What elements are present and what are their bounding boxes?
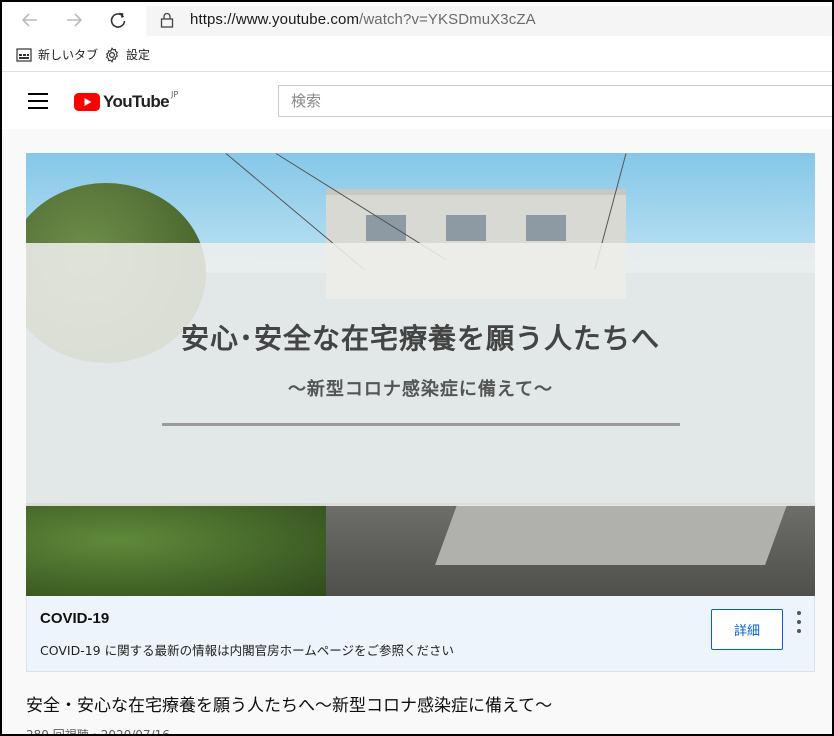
youtube-logo-text: YouTube xyxy=(103,92,170,111)
youtube-header: YouTube JP xyxy=(2,73,832,129)
arrow-left-icon xyxy=(21,13,37,27)
forward-button[interactable] xyxy=(62,8,86,32)
youtube-country-code: JP xyxy=(171,90,179,99)
video-player[interactable]: 安心･安全な在宅療養を願う人たちへ 〜新型コロナ感染症に備えて〜 xyxy=(26,153,815,596)
search-box xyxy=(278,85,832,117)
browser-window: https://www.youtube.com/watch?v=YKSDmuX3… xyxy=(0,0,834,736)
url-text: https://www.youtube.com/watch?v=YKSDmuX3… xyxy=(190,11,536,28)
video-bushes xyxy=(26,503,326,596)
gear-icon xyxy=(105,46,119,63)
overlay-title: 安心･安全な在宅療養を願う人たちへ xyxy=(180,322,660,355)
bookmark-new-tab[interactable]: 新しいタブ xyxy=(16,46,98,63)
address-bar: https://www.youtube.com/watch?v=YKSDmuX3… xyxy=(2,2,832,38)
back-button[interactable] xyxy=(18,8,42,32)
menu-button[interactable] xyxy=(28,93,48,109)
overlay-subtitle: 〜新型コロナ感染症に備えて〜 xyxy=(287,379,554,400)
covid-title: COVID-19 xyxy=(40,610,110,627)
url-path: /watch?v=YKSDmuX3cZA xyxy=(359,11,536,28)
arrow-right-icon xyxy=(67,13,83,27)
bookmark-new-tab-label: 新しいタブ xyxy=(38,48,99,62)
covid-details-button[interactable]: 詳細 xyxy=(711,609,783,650)
youtube-logo[interactable]: YouTube JP xyxy=(74,90,179,112)
more-options-icon[interactable] xyxy=(793,611,805,633)
overlay-divider xyxy=(162,423,680,426)
url-host: https://www.youtube.com xyxy=(190,11,360,28)
search-input[interactable] xyxy=(279,86,832,116)
video-slab xyxy=(435,505,787,565)
video-title: 安全・安心な在宅療養を願う人たちへ〜新型コロナ感染症に備えて〜 xyxy=(26,696,553,716)
bookmarks-bar: 新しいタブ 設定 xyxy=(2,38,832,72)
youtube-play-icon xyxy=(74,93,100,111)
covid-text: COVID-19 に関する最新の情報は内閣官房ホームページをご参照ください xyxy=(40,643,454,658)
lock-icon xyxy=(160,12,174,28)
refresh-icon xyxy=(110,12,126,28)
video-title-overlay: 安心･安全な在宅療養を願う人たちへ 〜新型コロナ感染症に備えて〜 xyxy=(26,243,815,506)
tab-icon xyxy=(16,47,32,62)
bookmark-settings-label: 設定 xyxy=(126,48,151,62)
refresh-button[interactable] xyxy=(106,8,130,32)
bookmark-settings[interactable]: 設定 xyxy=(104,46,150,63)
watch-page: 安心･安全な在宅療養を願う人たちへ 〜新型コロナ感染症に備えて〜 COVID-1… xyxy=(2,129,832,736)
covid-info-panel: COVID-19 COVID-19 に関する最新の情報は内閣官房ホームページをご… xyxy=(26,596,815,672)
video-meta: 280 回視聴・2020/07/16 xyxy=(26,728,170,736)
